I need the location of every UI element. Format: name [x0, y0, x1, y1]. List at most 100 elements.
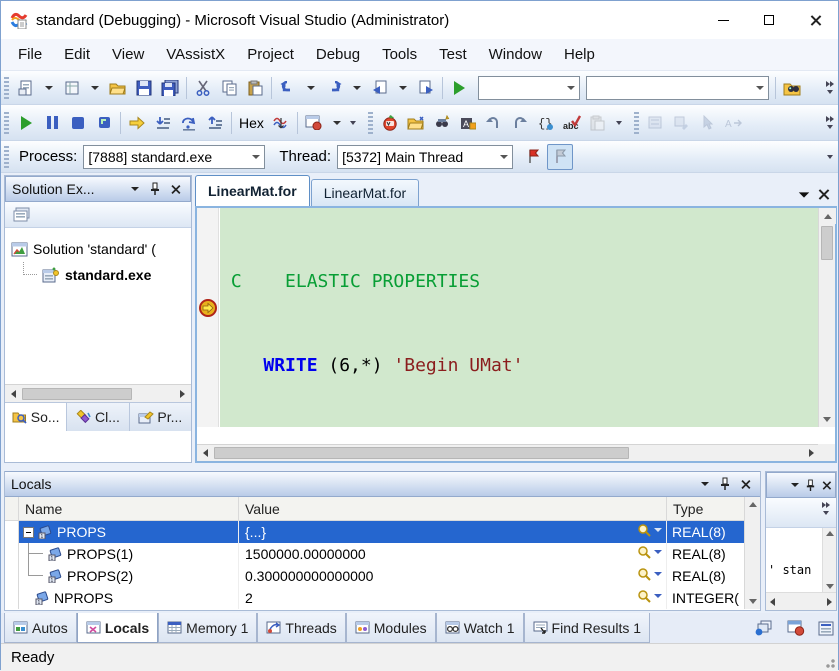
scrollbar-thumb[interactable] — [821, 226, 833, 260]
toolbar-overflow-button[interactable] — [820, 502, 834, 515]
toolbar-overflow-button[interactable] — [347, 120, 361, 125]
menu-view[interactable]: View — [101, 39, 155, 70]
scrollbar-thumb[interactable] — [22, 387, 132, 400]
redo-dropdown[interactable] — [347, 75, 367, 101]
hex-toggle-button[interactable]: Hex — [235, 115, 268, 131]
undo-dropdown[interactable] — [301, 75, 321, 101]
menu-project[interactable]: Project — [236, 39, 305, 70]
magnifier-icon[interactable] — [637, 567, 651, 581]
new-item-dropdown[interactable] — [39, 75, 59, 101]
menu-test[interactable]: Test — [428, 39, 478, 70]
tab-autos[interactable]: Autos — [4, 613, 77, 643]
toolbar-grip[interactable] — [4, 76, 9, 99]
va-paste-button[interactable] — [585, 110, 611, 136]
tab-watch1[interactable]: Watch 1 — [435, 613, 524, 643]
toolbar-overflow-button[interactable] — [824, 154, 838, 159]
document-tab-active[interactable]: LinearMat.for — [195, 175, 310, 206]
va-scope-button[interactable]: {} — [533, 110, 559, 136]
tab-solution-explorer[interactable]: So... — [5, 403, 68, 431]
side-panel-vscrollbar[interactable] — [822, 528, 836, 592]
pin-icon[interactable] — [146, 180, 164, 198]
locals-row-nprops[interactable]: 1 NPROPS 2 INTEGER( — [5, 587, 760, 609]
tab-modules[interactable]: Modules — [345, 613, 436, 643]
add-item-dropdown[interactable] — [85, 75, 105, 101]
resize-grip[interactable] — [822, 655, 836, 669]
close-icon[interactable] — [819, 476, 833, 494]
window-position-dropdown[interactable] — [126, 180, 144, 198]
close-icon[interactable] — [166, 180, 184, 198]
menu-debug[interactable]: Debug — [305, 39, 371, 70]
exceptions-button[interactable] — [268, 110, 294, 136]
visualizer-dropdown[interactable] — [654, 550, 662, 554]
side-panel-titlebar[interactable] — [766, 472, 836, 498]
editor-vscrollbar[interactable] — [818, 208, 836, 427]
breakpoints-window-dropdown[interactable] — [327, 110, 347, 136]
active-files-dropdown[interactable] — [798, 191, 810, 198]
magnifier-icon[interactable] — [637, 523, 651, 537]
locals-row-props[interactable]: 1 PROPS {...} REAL(8) — [5, 521, 760, 543]
window-position-dropdown[interactable] — [696, 475, 714, 493]
navigate-backward-button[interactable] — [367, 75, 393, 101]
tab-find-results1[interactable]: Find Results 1 — [523, 613, 651, 643]
locals-vscrollbar[interactable] — [744, 497, 760, 609]
scroll-up-icon[interactable] — [745, 497, 760, 512]
va-find-references-button[interactable] — [429, 110, 455, 136]
add-item-button[interactable] — [59, 75, 85, 101]
va-spell-check-button[interactable]: abc — [559, 110, 585, 136]
toolbar-grip[interactable] — [4, 145, 9, 168]
column-header-name[interactable]: Name — [19, 497, 239, 520]
solution-config-combo[interactable] — [478, 75, 580, 100]
visualizer-dropdown[interactable] — [654, 594, 662, 598]
step-out-button[interactable] — [202, 110, 228, 136]
maximize-button[interactable] — [746, 1, 792, 39]
va-rename-button[interactable]: A — [721, 110, 747, 136]
tab-property-manager[interactable]: Pr... — [129, 403, 191, 431]
va-open-file-button[interactable] — [403, 110, 429, 136]
vassistx-button[interactable] — [377, 110, 403, 136]
flag-threads-button[interactable] — [521, 144, 547, 170]
locals-row-props2[interactable]: 1 PROPS(2) 0.300000000000000 REAL(8) — [5, 565, 760, 587]
toolbar-grip[interactable] — [633, 111, 639, 134]
column-header-value[interactable]: Value — [239, 497, 667, 520]
scroll-right-icon[interactable] — [827, 597, 832, 606]
scroll-down-icon[interactable] — [745, 594, 760, 609]
show-next-statement-button[interactable] — [124, 110, 150, 136]
properties-button[interactable] — [9, 204, 33, 226]
scroll-down-icon[interactable] — [825, 584, 834, 589]
scroll-left-icon[interactable] — [5, 385, 22, 402]
navigate-forward-button[interactable] — [413, 75, 439, 101]
menu-help[interactable]: Help — [553, 39, 606, 70]
show-flagged-only-toggle[interactable] — [547, 143, 574, 170]
break-all-button[interactable] — [39, 110, 65, 136]
magnifier-icon[interactable] — [637, 545, 651, 559]
step-into-button[interactable] — [150, 110, 176, 136]
tab-threads[interactable]: Threads — [257, 613, 346, 643]
va-implement-button[interactable] — [669, 110, 695, 136]
visualizer-dropdown[interactable] — [654, 528, 662, 532]
redo-button[interactable] — [321, 75, 347, 101]
menu-window[interactable]: Window — [478, 39, 553, 70]
navigate-backward-dropdown[interactable] — [393, 75, 413, 101]
tab-class-view[interactable]: Cl... — [67, 403, 130, 431]
code-editor[interactable]: C ELASTIC PROPERTIES WRITE (6,*) 'Begin … — [195, 206, 837, 463]
process-combo[interactable]: [7888] standard.exe — [83, 144, 266, 169]
scroll-up-icon[interactable] — [819, 208, 836, 224]
magnifier-icon[interactable] — [637, 589, 651, 603]
scroll-left-icon[interactable] — [197, 445, 214, 461]
menu-tools[interactable]: Tools — [371, 39, 428, 70]
open-file-button[interactable] — [105, 75, 131, 101]
window-position-dropdown[interactable] — [789, 476, 801, 494]
breakpoints-window-button[interactable] — [784, 615, 808, 641]
va-find-symbol-button[interactable]: A — [455, 110, 481, 136]
start-debug-button[interactable] — [446, 75, 472, 101]
save-button[interactable] — [131, 75, 157, 101]
editor-hscrollbar[interactable] — [197, 444, 820, 461]
va-navigate-forward-button[interactable] — [507, 110, 533, 136]
copy-button[interactable] — [216, 75, 242, 101]
menu-edit[interactable]: Edit — [53, 39, 101, 70]
scroll-down-icon[interactable] — [819, 411, 835, 427]
column-header-type[interactable]: Type — [667, 497, 745, 520]
stop-debug-button[interactable] — [65, 110, 91, 136]
va-navigate-back-button[interactable] — [481, 110, 507, 136]
pin-icon[interactable] — [803, 476, 817, 494]
